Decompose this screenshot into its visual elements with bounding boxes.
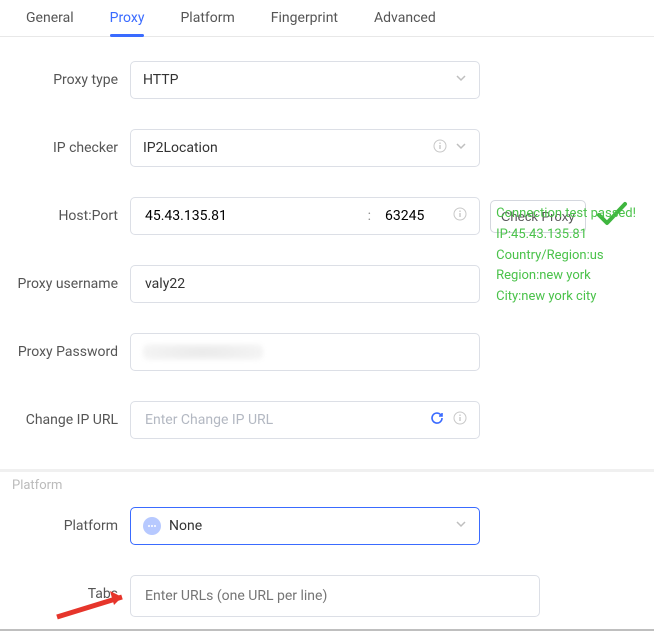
label-platform: Platform: [10, 507, 130, 536]
chevron-down-icon: [455, 518, 467, 534]
proxy-type-select[interactable]: HTTP: [130, 61, 480, 99]
proxy-form: Proxy type HTTP IP checker IP2Location: [0, 37, 654, 617]
host-port-group: :: [130, 197, 480, 235]
label-proxy-password: Proxy Password: [10, 333, 130, 362]
platform-section-label: Platform: [0, 469, 654, 493]
tabs-textarea-wrap: [130, 575, 540, 617]
ip-checker-select[interactable]: IP2Location: [130, 129, 480, 167]
label-change-ip-url: Change IP URL: [10, 401, 130, 430]
host-input[interactable]: [143, 207, 356, 225]
tab-general[interactable]: General: [8, 0, 92, 36]
tab-advanced[interactable]: Advanced: [356, 0, 454, 36]
proxy-username-input[interactable]: [143, 275, 467, 293]
change-ip-url-input-wrap: [130, 401, 480, 439]
change-ip-url-input[interactable]: [143, 411, 429, 429]
info-icon: [453, 207, 467, 225]
status-line-4: Region:new york: [496, 266, 636, 287]
platform-select[interactable]: None: [130, 507, 480, 545]
proxy-password-input-wrap: [130, 333, 480, 371]
label-host-port: Host:Port: [10, 197, 130, 226]
platform-icon: [143, 517, 161, 535]
tabs-bar: General Proxy Platform Fingerprint Advan…: [0, 0, 654, 37]
colon-separator: :: [356, 208, 383, 224]
status-line-1: Connection test passed!: [496, 204, 636, 225]
proxy-test-result: Connection test passed! IP:45.43.135.81 …: [496, 204, 636, 308]
status-line-5: City:new york city: [496, 287, 636, 308]
label-proxy-username: Proxy username: [10, 265, 130, 294]
port-input[interactable]: [383, 207, 443, 225]
tabs-textarea[interactable]: [143, 586, 527, 606]
bottom-bar: OK Cancel: [0, 629, 654, 641]
info-icon: [453, 411, 467, 429]
tab-platform[interactable]: Platform: [162, 0, 252, 36]
ip-checker-value: IP2Location: [143, 140, 218, 156]
label-ip-checker: IP checker: [10, 129, 130, 158]
proxy-username-input-wrap: [130, 265, 480, 303]
label-proxy-type: Proxy type: [10, 61, 130, 90]
tab-proxy[interactable]: Proxy: [92, 0, 163, 36]
platform-value: None: [169, 518, 202, 534]
password-masked: [143, 344, 263, 360]
status-line-3: Country/Region:us: [496, 246, 636, 267]
chevron-down-icon: [455, 140, 467, 156]
proxy-type-value: HTTP: [143, 72, 178, 88]
refresh-icon[interactable]: [429, 410, 445, 430]
tab-fingerprint[interactable]: Fingerprint: [253, 0, 356, 36]
info-icon: [433, 139, 447, 157]
annotation-arrow: [52, 585, 142, 629]
status-line-2: IP:45.43.135.81: [496, 225, 636, 246]
chevron-down-icon: [455, 72, 467, 88]
